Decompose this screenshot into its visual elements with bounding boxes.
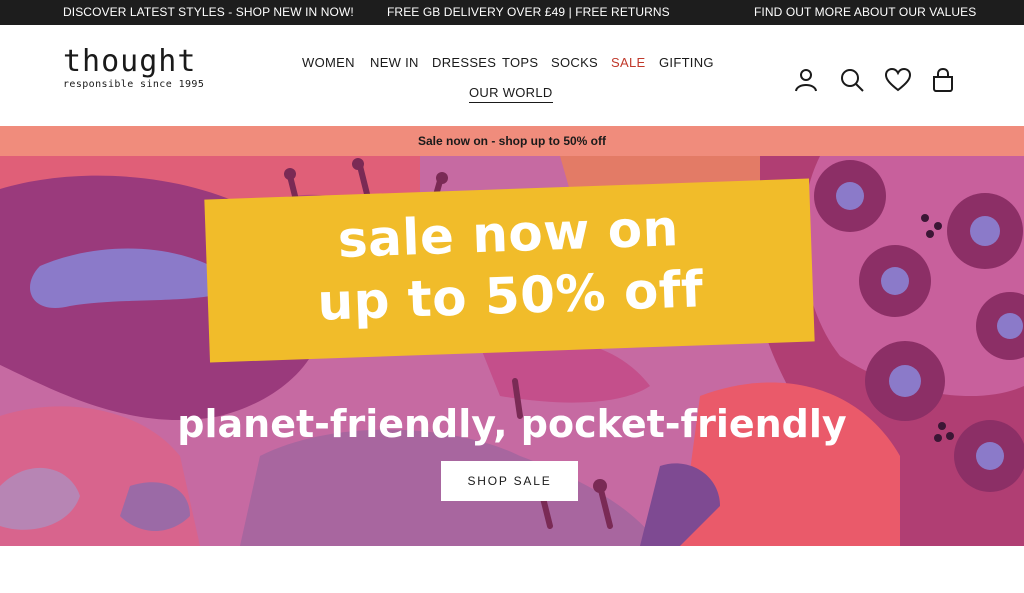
hero-tagline: planet-friendly, pocket-friendly: [177, 402, 847, 446]
announcement-delivery[interactable]: FREE GB DELIVERY OVER £49 | FREE RETURNS: [387, 5, 670, 19]
nav-tops[interactable]: TOPS: [502, 55, 538, 70]
heart-icon[interactable]: [884, 67, 912, 93]
site-header: thought responsible since 1995 WOMEN NEW…: [0, 25, 1024, 126]
brand-logo[interactable]: thought responsible since 1995: [63, 46, 223, 101]
announcement-new-in-link[interactable]: DISCOVER LATEST STYLES - SHOP NEW IN NOW…: [63, 5, 354, 19]
bag-icon[interactable]: [930, 67, 956, 93]
announcement-bar: DISCOVER LATEST STYLES - SHOP NEW IN NOW…: [0, 0, 1024, 25]
announcement-values-link[interactable]: FIND OUT MORE ABOUT OUR VALUES: [754, 5, 976, 19]
nav-our-world[interactable]: OUR WORLD: [469, 85, 553, 103]
account-icon[interactable]: [793, 67, 819, 93]
nav-women[interactable]: WOMEN: [302, 55, 355, 70]
search-icon[interactable]: [839, 67, 865, 93]
nav-socks[interactable]: SOCKS: [551, 55, 598, 70]
brand-tagline: responsible since 1995: [63, 79, 205, 90]
nav-new-in[interactable]: NEW IN: [370, 55, 419, 70]
brand-name: thought: [63, 44, 197, 79]
nav-gifting[interactable]: GIFTING: [659, 55, 714, 70]
sale-strip[interactable]: Sale now on - shop up to 50% off: [0, 126, 1024, 156]
nav-sale[interactable]: SALE: [611, 55, 645, 70]
sale-headline-banner: sale now on up to 50% off: [204, 178, 815, 363]
nav-dresses[interactable]: DRESSES: [432, 55, 496, 70]
shop-sale-button[interactable]: SHOP SALE: [441, 461, 578, 501]
